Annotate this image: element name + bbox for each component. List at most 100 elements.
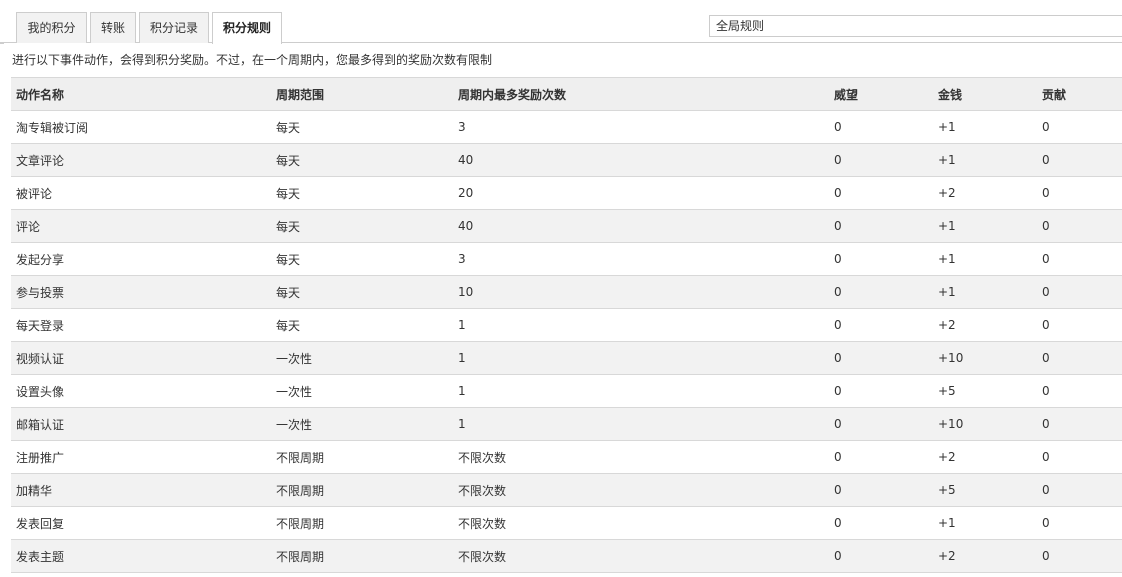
table-row: 邮箱认证 一次性 1 0 +10 0 (11, 407, 1122, 441)
tab-transfer[interactable]: 转账 (90, 12, 136, 43)
cell-contribution: 0 (1037, 407, 1122, 441)
cell-prestige: 0 (829, 143, 933, 177)
cell-max-rewards: 40 (453, 209, 829, 243)
cell-action-name: 设置头像 (11, 374, 271, 408)
cell-money: +1 (933, 242, 1037, 276)
cell-period: 每天 (271, 308, 453, 342)
cell-max-rewards: 40 (453, 143, 829, 177)
cell-max-rewards: 20 (453, 176, 829, 210)
cell-contribution: 0 (1037, 473, 1122, 507)
rules-description: 进行以下事件动作，会得到积分奖励。不过，在一个周期内，您最多得到的奖励次数有限制 (12, 53, 493, 67)
cell-money: +2 (933, 176, 1037, 210)
header-money: 金钱 (933, 77, 1037, 111)
cell-action-name: 邮箱认证 (11, 407, 271, 441)
rule-scope-select[interactable]: 全局规则 (709, 15, 1122, 37)
cell-contribution: 0 (1037, 506, 1122, 540)
cell-contribution: 0 (1037, 341, 1122, 375)
cell-action-name: 被评论 (11, 176, 271, 210)
table-row: 加精华 不限周期 不限次数 0 +5 0 (11, 473, 1122, 507)
table-row: 被评论 每天 20 0 +2 0 (11, 176, 1122, 210)
cell-prestige: 0 (829, 473, 933, 507)
cell-prestige: 0 (829, 539, 933, 573)
cell-action-name: 参与投票 (11, 275, 271, 309)
cell-contribution: 0 (1037, 539, 1122, 573)
cell-prestige: 0 (829, 308, 933, 342)
table-row: 发表回复 不限周期 不限次数 0 +1 0 (11, 506, 1122, 540)
cell-money: +1 (933, 110, 1037, 144)
cell-max-rewards: 不限次数 (453, 539, 829, 573)
cell-money: +10 (933, 341, 1037, 375)
tab-credit-log[interactable]: 积分记录 (139, 12, 209, 43)
cell-max-rewards: 不限次数 (453, 440, 829, 474)
cell-money: +1 (933, 209, 1037, 243)
credit-rules-table: 动作名称 周期范围 周期内最多奖励次数 威望 金钱 贡献 淘专辑被订阅 每天 3 0 +… (11, 77, 1122, 573)
table-row: 参与投票 每天 10 0 +1 0 (11, 275, 1122, 309)
cell-money: +1 (933, 275, 1037, 309)
cell-prestige: 0 (829, 374, 933, 408)
cell-period: 不限周期 (271, 506, 453, 540)
table-row: 淘专辑被订阅 每天 3 0 +1 0 (11, 110, 1122, 144)
tab-bar: 我的积分 转账 积分记录 积分规则 全局规则 (0, 0, 1122, 44)
cell-period: 一次性 (271, 407, 453, 441)
cell-contribution: 0 (1037, 275, 1122, 309)
credit-rules-page: 我的积分 转账 积分记录 积分规则 全局规则 进行以下事件动作，会得到积分奖励。… (0, 0, 1122, 577)
cell-money: +10 (933, 407, 1037, 441)
cell-action-name: 发起分享 (11, 242, 271, 276)
cell-prestige: 0 (829, 110, 933, 144)
cell-money: +2 (933, 308, 1037, 342)
cell-contribution: 0 (1037, 143, 1122, 177)
cell-period: 不限周期 (271, 473, 453, 507)
tab-my-credits[interactable]: 我的积分 (16, 12, 87, 43)
cell-action-name: 淘专辑被订阅 (11, 110, 271, 144)
cell-contribution: 0 (1037, 440, 1122, 474)
table-row: 评论 每天 40 0 +1 0 (11, 209, 1122, 243)
cell-period: 每天 (271, 209, 453, 243)
cell-prestige: 0 (829, 242, 933, 276)
cell-period: 一次性 (271, 374, 453, 408)
cell-prestige: 0 (829, 176, 933, 210)
cell-money: +2 (933, 539, 1037, 573)
header-prestige: 威望 (829, 77, 933, 111)
cell-action-name: 文章评论 (11, 143, 271, 177)
cell-money: +1 (933, 506, 1037, 540)
divider (0, 42, 4, 44)
cell-prestige: 0 (829, 341, 933, 375)
cell-prestige: 0 (829, 407, 933, 441)
cell-period: 每天 (271, 110, 453, 144)
cell-action-name: 评论 (11, 209, 271, 243)
cell-money: +1 (933, 143, 1037, 177)
table-row: 设置头像 一次性 1 0 +5 0 (11, 374, 1122, 408)
cell-action-name: 注册推广 (11, 440, 271, 474)
cell-max-rewards: 1 (453, 341, 829, 375)
cell-max-rewards: 1 (453, 374, 829, 408)
table-row: 每天登录 每天 1 0 +2 0 (11, 308, 1122, 342)
cell-max-rewards: 3 (453, 242, 829, 276)
cell-prestige: 0 (829, 506, 933, 540)
table-body: 淘专辑被订阅 每天 3 0 +1 0 文章评论 每天 40 0 +1 0 被评论 每天 20 0 +2 0 评论 每天… (11, 110, 1122, 573)
cell-action-name: 加精华 (11, 473, 271, 507)
cell-period: 一次性 (271, 341, 453, 375)
cell-money: +5 (933, 374, 1037, 408)
cell-action-name: 发表回复 (11, 506, 271, 540)
header-action-name: 动作名称 (11, 77, 271, 111)
header-contribution: 贡献 (1037, 77, 1122, 111)
cell-max-rewards: 3 (453, 110, 829, 144)
table-row: 发起分享 每天 3 0 +1 0 (11, 242, 1122, 276)
cell-period: 每天 (271, 242, 453, 276)
cell-contribution: 0 (1037, 110, 1122, 144)
cell-action-name: 发表主题 (11, 539, 271, 573)
cell-max-rewards: 不限次数 (453, 473, 829, 507)
cell-money: +5 (933, 473, 1037, 507)
table-row: 注册推广 不限周期 不限次数 0 +2 0 (11, 440, 1122, 474)
table-row: 发表主题 不限周期 不限次数 0 +2 0 (11, 539, 1122, 573)
cell-period: 每天 (271, 176, 453, 210)
table-header-row: 动作名称 周期范围 周期内最多奖励次数 威望 金钱 贡献 (11, 77, 1122, 111)
cell-period: 每天 (271, 143, 453, 177)
cell-max-rewards: 10 (453, 275, 829, 309)
cell-prestige: 0 (829, 440, 933, 474)
cell-action-name: 视频认证 (11, 341, 271, 375)
header-max-rewards: 周期内最多奖励次数 (453, 77, 829, 111)
cell-action-name: 每天登录 (11, 308, 271, 342)
cell-period: 不限周期 (271, 539, 453, 573)
tab-credit-rules[interactable]: 积分规则 (212, 12, 282, 44)
